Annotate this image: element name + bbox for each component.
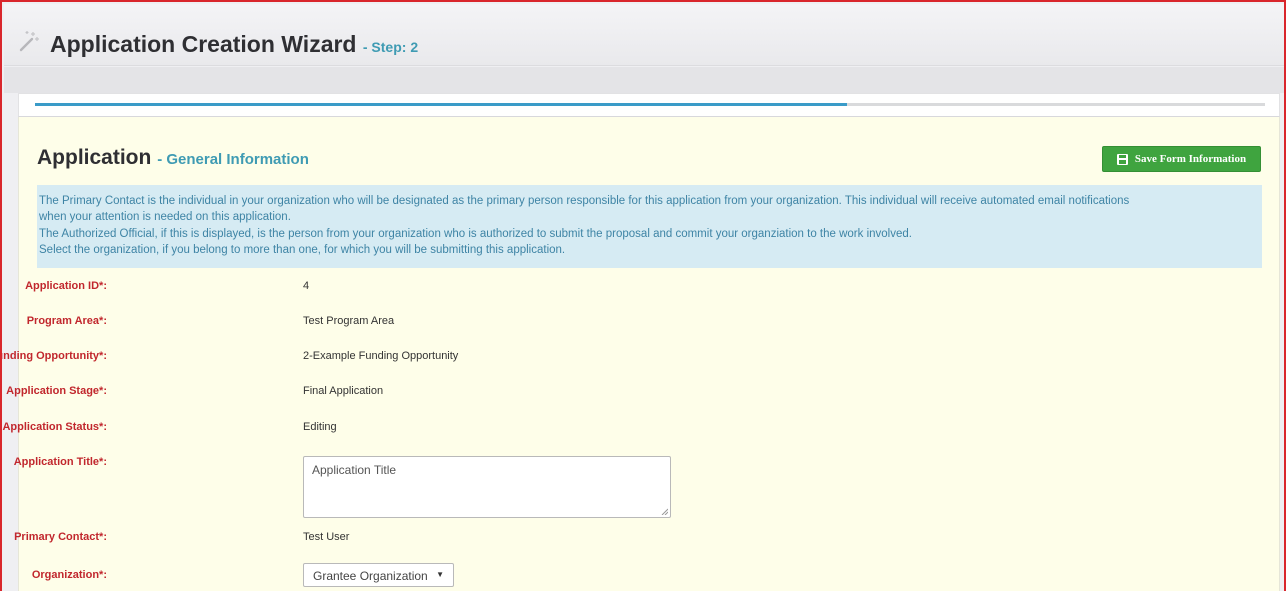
- floppy-disk-icon: [1116, 153, 1128, 165]
- application-title-text: Application Title: [312, 463, 397, 477]
- section-title: Application - General Information: [37, 146, 309, 170]
- funding-opportunity-value: 2-Example Funding Opportunity: [303, 350, 459, 362]
- field-application-id: Application ID*: 4: [19, 280, 1119, 300]
- field-label: Program Area*:: [26, 315, 107, 327]
- organization-select[interactable]: Grantee Organization ▼: [303, 563, 454, 587]
- resize-handle-icon[interactable]: [661, 508, 668, 515]
- field-application-status: Application Status*: Editing: [2, 421, 1119, 441]
- wizard-step-label: - Step: 2: [362, 39, 419, 55]
- info-line: Select the organization, if you belong t…: [39, 243, 566, 256]
- field-label: Organization*:: [31, 569, 107, 581]
- field-label: Primary Contact*:: [14, 531, 107, 543]
- form-panel: Application - General Information Save F…: [2, 117, 1280, 591]
- field-application-stage: Application Stage*: Final Application: [6, 385, 1119, 405]
- chevron-down-icon: ▼: [436, 570, 444, 579]
- section-subtitle: - General Information: [157, 151, 309, 168]
- save-form-button-label: Save Form Information: [1134, 153, 1247, 165]
- application-id-value: 4: [303, 280, 310, 292]
- application-title-textarea[interactable]: Application Title: [303, 456, 671, 518]
- field-label: Application Status*:: [2, 421, 107, 433]
- field-funding-opportunity: Funding Opportunity*: 2-Example Funding …: [2, 350, 1119, 370]
- magic-wand-icon: [19, 31, 39, 52]
- page-title: Application Creation Wizard - Step: 2: [50, 31, 418, 58]
- page-frame: Application Creation Wizard - Step: 2 Ap…: [0, 0, 1286, 591]
- program-area-value: Test Program Area: [303, 315, 395, 327]
- info-line: The Authorized Official, if this is disp…: [39, 227, 912, 240]
- application-status-value: Editing: [303, 421, 337, 433]
- header-band: [4, 67, 1284, 93]
- field-application-title: Application Title*: Application Title: [14, 456, 1119, 520]
- progress-panel: [18, 93, 1280, 117]
- field-label: Application ID*:: [25, 280, 107, 292]
- section-title-text: Application: [37, 146, 152, 169]
- field-primary-contact: Primary Contact*: Test User: [14, 531, 1119, 551]
- field-label: Funding Opportunity*:: [0, 350, 107, 362]
- field-label: Application Stage*:: [6, 385, 107, 397]
- wizard-header: Application Creation Wizard - Step: 2: [4, 4, 1284, 66]
- page-title-text: Application Creation Wizard: [50, 31, 357, 57]
- info-alert: The Primary Contact is the individual in…: [37, 185, 1262, 268]
- wizard-progress-fill: [35, 103, 847, 106]
- field-organization: Organization*: Grantee Organization ▼: [19, 563, 1119, 589]
- field-program-area: Program Area*: Test Program Area: [19, 315, 1119, 335]
- info-line: when your attention is needed on this ap…: [39, 211, 291, 224]
- organization-selected-value: Grantee Organization: [313, 569, 428, 583]
- wizard-progress-bar: [35, 103, 1265, 106]
- application-stage-value: Final Application: [303, 385, 384, 397]
- save-form-button[interactable]: Save Form Information: [1102, 146, 1261, 172]
- field-label: Application Title*:: [13, 456, 107, 468]
- info-line: The Primary Contact is the individual in…: [39, 195, 1130, 207]
- primary-contact-value: Test User: [303, 531, 350, 543]
